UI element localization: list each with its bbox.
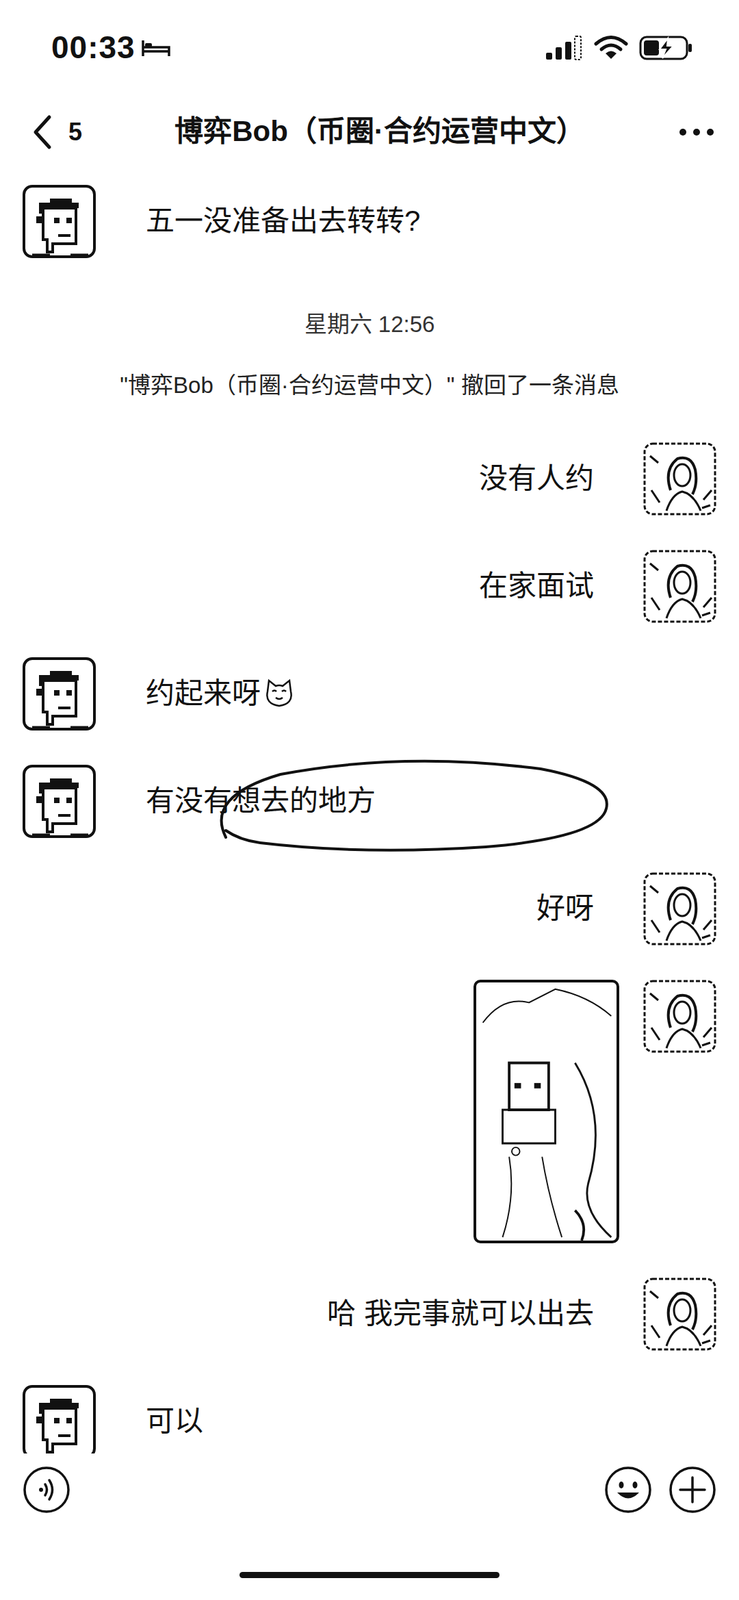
system-notice: "博弈Bob（币圈·合约运营中文）" 撤回了一条消息 <box>119 370 619 399</box>
message-bubble[interactable]: 好呀 <box>536 871 644 945</box>
my-message: 在家面试 <box>22 549 717 623</box>
my-message: 没有人约 <box>22 442 717 516</box>
message-content: 好呀 <box>536 889 594 928</box>
wifi-icon <box>593 34 629 61</box>
chat-title: 博弈Bob（币圈·合约运营中文） <box>174 113 586 150</box>
back-arrow-icon[interactable] <box>30 113 55 151</box>
more-icon[interactable] <box>677 125 716 139</box>
pixel-avatar-icon[interactable] <box>22 656 96 731</box>
plus-icon[interactable] <box>668 1464 717 1513</box>
my-message: 哈 我完事就可以出去 <box>22 1276 717 1351</box>
hand-drawn-circle <box>198 754 616 858</box>
message-bubble[interactable]: 没有人约 <box>478 442 644 516</box>
message-row: 有没有想去的地方 <box>22 764 717 838</box>
woman-avatar-icon[interactable] <box>643 979 717 1053</box>
message-bubble[interactable]: 有没有想去的地方 <box>95 764 376 838</box>
message-row <box>22 979 717 1243</box>
avatar[interactable] <box>22 1384 96 1454</box>
message-row: 约起来呀 <box>22 656 717 731</box>
pixel-avatar-icon[interactable] <box>22 184 96 258</box>
back-button[interactable]: 5 <box>30 113 83 151</box>
home-indicator[interactable] <box>239 1571 500 1578</box>
woman-avatar-icon[interactable] <box>643 549 717 623</box>
sketch-picture-icon[interactable] <box>476 981 617 1240</box>
avatar[interactable] <box>643 979 717 1053</box>
timestamp-row: 星期六 12:56 <box>22 309 717 339</box>
message-content: 在家面试 <box>478 567 594 605</box>
title-area: 博弈Bob（币圈·合约运营中文） <box>82 113 678 150</box>
message-bubble[interactable]: 在家面试 <box>478 549 644 623</box>
chat-screen: 00:33 5 <box>0 0 739 1600</box>
avatar[interactable] <box>643 442 717 516</box>
avatar[interactable] <box>643 549 717 623</box>
message-row: 没有人约 <box>22 442 717 516</box>
message-text: 好呀 <box>536 889 594 928</box>
message-text: 哈 我完事就可以出去 <box>327 1294 594 1333</box>
input-bar <box>0 1452 739 1525</box>
message-content: 五一没准备出去转转? <box>145 202 421 241</box>
message-bubble[interactable]: 可以 <box>95 1384 204 1454</box>
unread-count[interactable]: 5 <box>68 117 83 147</box>
clock-time: 00:33 <box>51 28 136 67</box>
message-text: 有没有想去的地方 <box>145 782 376 820</box>
message-list: 五一没准备出去转转? 星期六 12:56 "博弈Bob（币圈·合约运营中文）" 撤回… <box>0 167 739 1453</box>
their-message: 约起来呀 <box>22 656 717 731</box>
message-text: 约起来呀 <box>145 674 261 713</box>
woman-avatar-icon[interactable] <box>643 442 717 516</box>
message-content: 可以 <box>145 1402 204 1440</box>
home-area <box>0 1524 739 1600</box>
message-content: 约起来呀 <box>145 674 295 713</box>
woman-avatar-icon[interactable] <box>643 1276 717 1351</box>
system-notice-row: "博弈Bob（币圈·合约运营中文）" 撤回了一条消息 <box>22 370 717 399</box>
sleep-focus-icon <box>140 37 172 59</box>
message-bubble[interactable]: 哈 我完事就可以出去 <box>327 1276 644 1351</box>
message-row: 在家面试 <box>22 549 717 623</box>
avatar[interactable] <box>22 656 96 731</box>
my-message: 好呀 <box>22 871 717 945</box>
message-row: 哈 我完事就可以出去 <box>22 1276 717 1351</box>
message-bubble[interactable]: 五一没准备出去转转? <box>95 184 421 258</box>
pixel-avatar-icon[interactable] <box>22 764 96 838</box>
cat-emoji-icon <box>263 677 295 709</box>
message-bubble[interactable]: 约起来呀 <box>95 656 295 731</box>
woman-avatar-icon[interactable] <box>643 871 717 945</box>
my-message <box>22 979 717 1243</box>
battery-icon <box>639 34 694 62</box>
voice-icon[interactable] <box>22 1464 71 1513</box>
nav-bar: 5 博弈Bob（币圈·合约运营中文） <box>0 95 739 168</box>
message-text: 可以 <box>145 1402 204 1440</box>
message-text: 没有人约 <box>478 459 594 498</box>
input-actions <box>604 1464 717 1513</box>
smiley-icon[interactable] <box>604 1464 653 1513</box>
signal-icon <box>544 34 583 61</box>
message-text: 五一没准备出去转转? <box>145 202 421 241</box>
image-message[interactable] <box>473 979 620 1243</box>
avatar[interactable] <box>22 184 96 258</box>
their-message: 五一没准备出去转转? <box>22 184 717 258</box>
message-row: 好呀 <box>22 871 717 945</box>
message-text: 在家面试 <box>478 567 594 605</box>
status-left: 00:33 <box>51 28 172 67</box>
timestamp: 星期六 12:56 <box>304 309 436 339</box>
message-content: 有没有想去的地方 <box>145 782 376 820</box>
pixel-avatar-icon[interactable] <box>22 1384 96 1454</box>
message-row: 可以 <box>22 1384 717 1454</box>
status-right <box>544 34 694 62</box>
message-content: 哈 我完事就可以出去 <box>327 1294 594 1333</box>
message-row: 五一没准备出去转转? <box>22 184 717 258</box>
avatar[interactable] <box>22 764 96 838</box>
avatar[interactable] <box>643 1276 717 1351</box>
message-content: 没有人约 <box>478 459 594 498</box>
their-message: 有没有想去的地方 <box>22 764 717 838</box>
their-message: 可以 <box>22 1384 717 1454</box>
status-bar: 00:33 <box>0 0 739 96</box>
avatar[interactable] <box>643 871 717 945</box>
